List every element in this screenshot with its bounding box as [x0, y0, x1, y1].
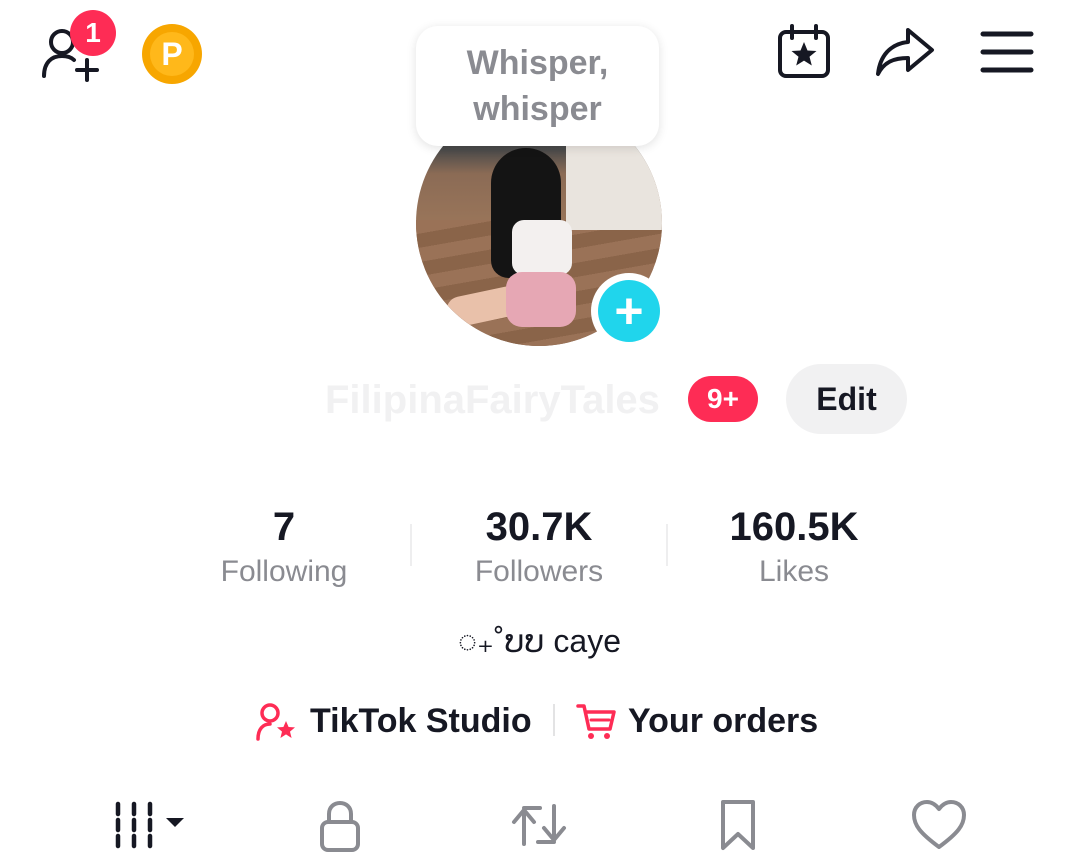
- share-button[interactable]: [874, 24, 936, 80]
- add-story-button[interactable]: +: [591, 273, 667, 349]
- following-count: 7: [272, 505, 296, 549]
- calendar-star-icon: [778, 24, 830, 78]
- your-orders-link[interactable]: Your orders: [576, 696, 818, 746]
- shopping-cart-icon: [576, 704, 616, 739]
- lock-icon: [320, 800, 360, 852]
- grid-dropdown-icon: [115, 801, 184, 849]
- stat-following[interactable]: 7 Following: [159, 500, 409, 590]
- bookmark-icon: [721, 800, 755, 850]
- stat-followers[interactable]: 30.7K Followers: [414, 500, 664, 590]
- stat-divider: [666, 524, 668, 566]
- repost-icon: [512, 804, 566, 846]
- tab-videos[interactable]: [110, 790, 190, 860]
- stat-likes[interactable]: 160.5K Likes: [669, 500, 919, 590]
- bubble-line-2: whisper: [473, 90, 602, 128]
- followers-count: 30.7K: [485, 505, 593, 549]
- creator-star-icon: [256, 703, 295, 741]
- your-orders-label: Your orders: [628, 701, 819, 740]
- menu-button[interactable]: [980, 30, 1034, 74]
- likes-count: 160.5K: [729, 505, 859, 549]
- edit-profile-button[interactable]: Edit: [786, 364, 907, 434]
- notification-badge: 1: [70, 10, 116, 56]
- stat-divider: [410, 524, 412, 566]
- calendar-button[interactable]: [776, 24, 832, 80]
- hamburger-menu-icon: [980, 31, 1034, 73]
- following-label: Following: [220, 555, 348, 588]
- likes-label: Likes: [758, 555, 830, 588]
- tab-reposts[interactable]: [508, 790, 570, 860]
- tab-liked[interactable]: [908, 790, 970, 860]
- tiktok-studio-link[interactable]: TikTok Studio: [256, 696, 532, 746]
- bio-text: ◌₊˚ບບ caye: [457, 623, 622, 659]
- links-divider: [553, 704, 555, 736]
- coins-button[interactable]: P: [142, 24, 202, 84]
- tab-private[interactable]: [310, 790, 370, 860]
- bubble-line-1: Whisper,: [466, 44, 609, 82]
- unread-badge[interactable]: 9+: [688, 376, 758, 422]
- username: FilipinaFairyTales: [325, 378, 660, 422]
- coin-icon: P: [150, 32, 194, 76]
- status-bubble[interactable]: Whisper, whisper: [416, 26, 659, 146]
- tab-favorites[interactable]: [712, 790, 764, 860]
- heart-icon: [912, 800, 966, 849]
- plus-icon: +: [598, 280, 660, 342]
- share-arrow-icon: [876, 28, 934, 76]
- tiktok-studio-label: TikTok Studio: [310, 701, 532, 740]
- followers-label: Followers: [474, 555, 604, 588]
